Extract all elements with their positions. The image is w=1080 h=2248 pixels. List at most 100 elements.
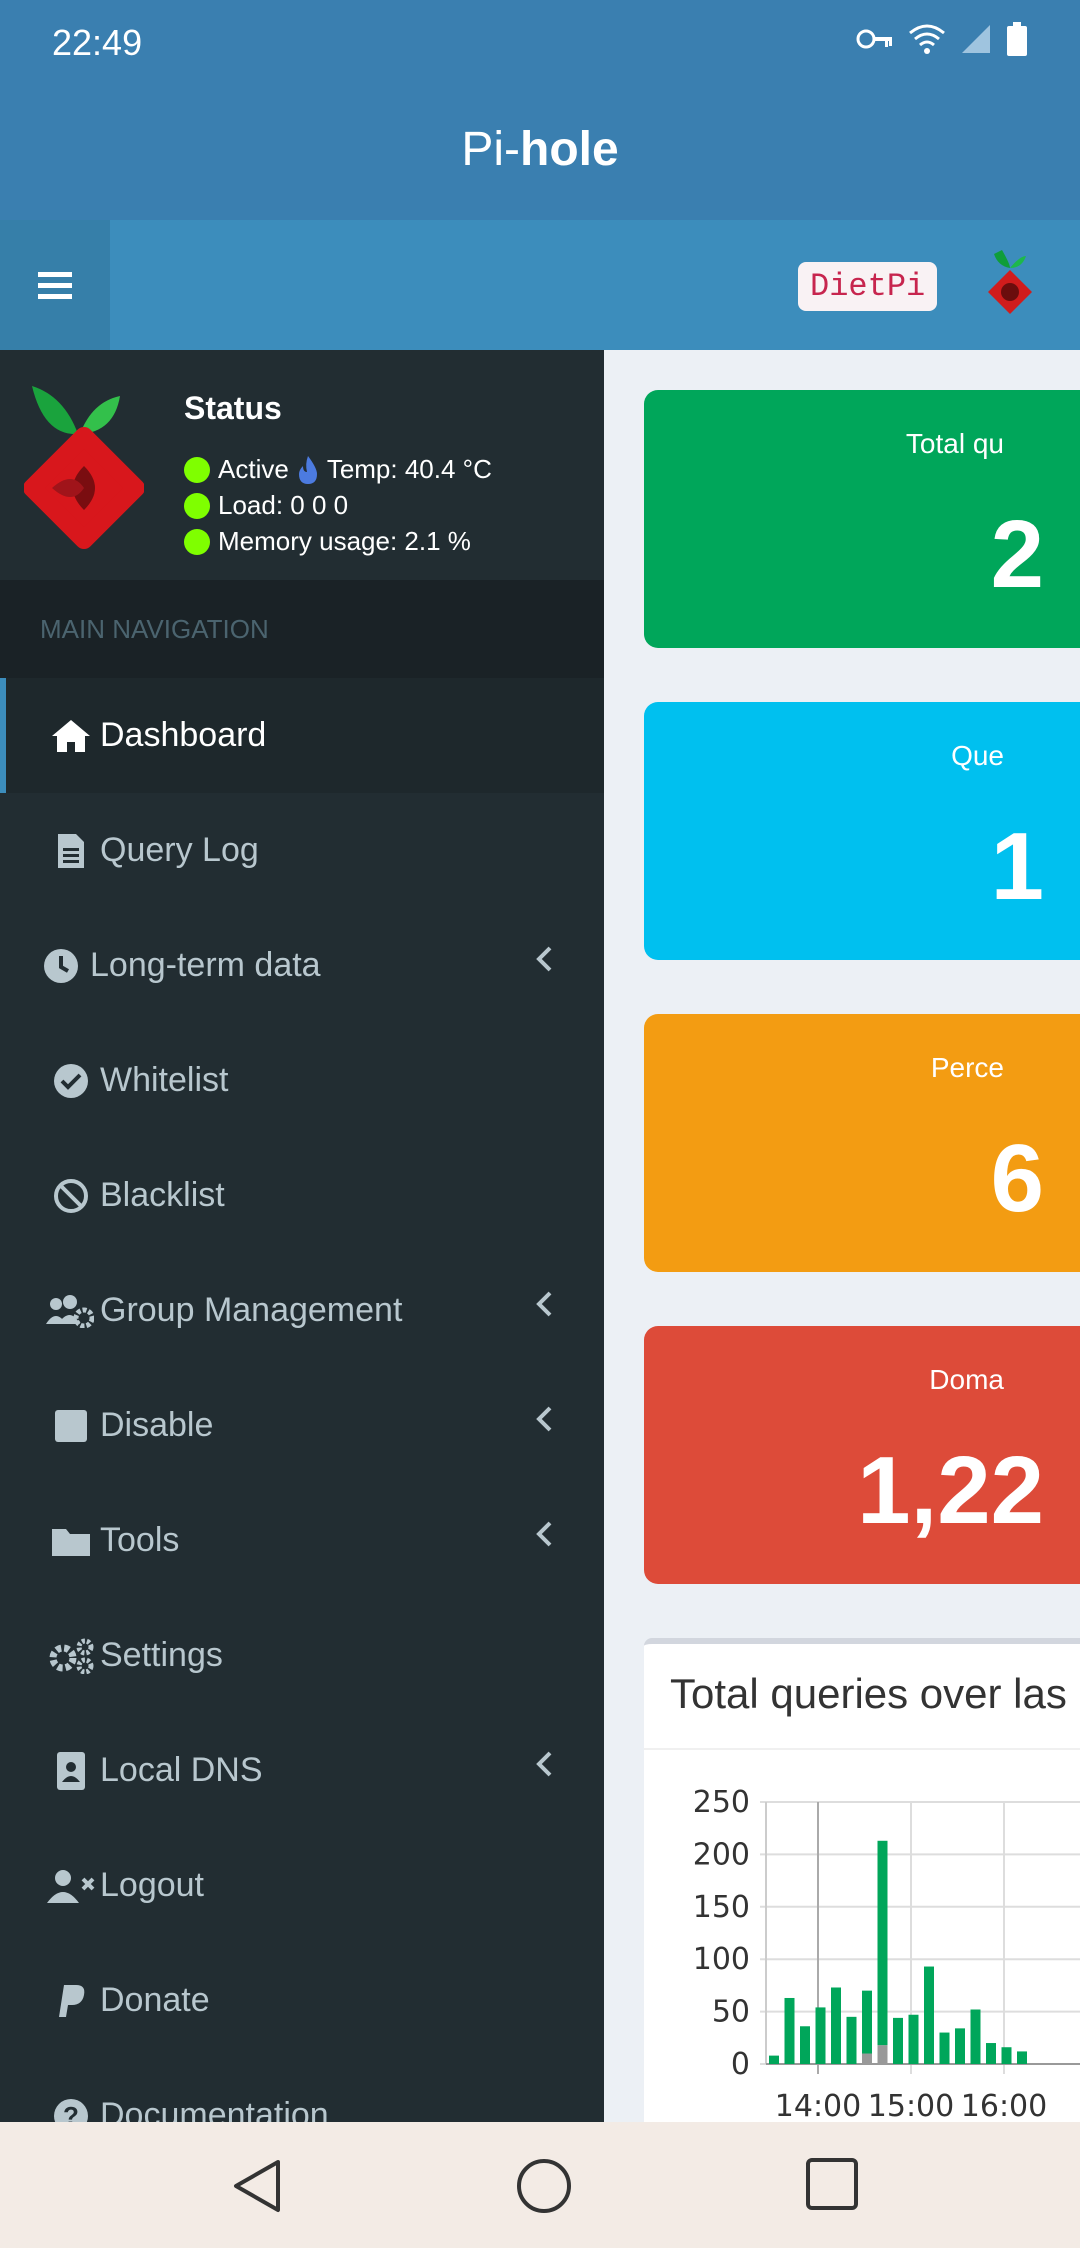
bar-permitted	[924, 1966, 934, 2064]
status-icons	[856, 22, 1028, 56]
sidebar-item-label: Group Management	[100, 1291, 403, 1329]
sidebar-item-donate[interactable]: Donate	[0, 1943, 604, 2058]
sidebar-item-label: Dashboard	[100, 716, 267, 754]
back-button-icon[interactable]	[232, 2158, 282, 2214]
sidebar-item-label: Settings	[100, 1636, 223, 1674]
sidebar-toggle-button[interactable]	[0, 220, 110, 350]
sidebar-item-group-management[interactable]: Group Management	[0, 1253, 604, 1368]
status-load-line: Load: 0 0 0	[184, 490, 348, 521]
sidebar-item-local-dns[interactable]: Local DNS	[0, 1713, 604, 1828]
queries-bar-chart[interactable]: 25020015010050014:0015:0016:0017	[644, 1762, 1080, 2122]
stop-icon	[46, 1409, 96, 1442]
users-cog-icon	[44, 1294, 96, 1328]
bar-permitted	[769, 2055, 779, 2064]
status-title: Status	[184, 390, 282, 426]
signal-icon	[962, 25, 990, 53]
status-dot-icon	[184, 528, 210, 555]
status-panel: Status Active Temp: 40.4 °C Load: 0 0 0 …	[0, 350, 604, 580]
x-tick-label: 15:00	[868, 2089, 954, 2122]
pihole-logo-icon[interactable]	[980, 246, 1040, 316]
android-status-bar: 22:49	[0, 0, 1080, 88]
question-circle-icon: ?	[46, 2098, 96, 2122]
sidebar-header: MAIN NAVIGATION	[0, 580, 604, 678]
stat-box-label: Doma	[929, 1364, 1004, 1395]
android-navigation-bar	[0, 2122, 1080, 2248]
clock-time: 22:49	[52, 22, 143, 63]
chevron-left-icon	[536, 1406, 552, 1432]
stat-box-percent-blocked[interactable]: Perce 6	[644, 1014, 1080, 1272]
y-tick-label: 250	[693, 1785, 750, 1820]
fire-icon	[298, 455, 317, 484]
bar-permitted	[831, 1987, 841, 2064]
stat-box-domains-on-blocklist[interactable]: Doma 1,22	[644, 1326, 1080, 1584]
main-content: Total qu 2 Que 1 Perce 6 Doma 1,22 Total…	[604, 350, 1080, 2122]
status-dot-icon	[184, 456, 210, 483]
sidebar-item-documentation[interactable]: ? Documentation	[0, 2058, 604, 2122]
stat-box-total-queries[interactable]: Total qu 2	[644, 390, 1080, 648]
status-memory-text: Memory usage: 2.1 %	[218, 526, 471, 556]
sidebar-item-label: Tools	[100, 1521, 180, 1559]
bar-permitted	[970, 2009, 981, 2064]
bar-blocked	[877, 2045, 888, 2064]
bar-permitted	[893, 2017, 903, 2064]
status-memory-line: Memory usage: 2.1 %	[184, 526, 471, 557]
sidebar: Status Active Temp: 40.4 °C Load: 0 0 0 …	[0, 350, 604, 2122]
status-active-text: Active	[218, 454, 289, 484]
chevron-left-icon	[536, 1291, 552, 1317]
sidebar-item-query-log[interactable]: Query Log	[0, 793, 604, 908]
home-button-icon[interactable]	[516, 2158, 572, 2214]
queries-chart-panel: Total queries over las 250 200 150 100 50 0 14…	[644, 1638, 1080, 2122]
bar-permitted	[815, 2007, 826, 2064]
sidebar-item-settings[interactable]: Settings	[0, 1598, 604, 1713]
stat-box-value: 1	[990, 813, 1044, 920]
bar-permitted	[955, 2028, 965, 2064]
sidebar-item-label: Whitelist	[100, 1061, 229, 1099]
sidebar-item-dashboard[interactable]: Dashboard	[0, 678, 604, 793]
stat-box-value: 1,22	[857, 1437, 1044, 1544]
sidebar-item-blacklist[interactable]: Blacklist	[0, 1138, 604, 1253]
bar-permitted	[862, 1990, 872, 2054]
bar-permitted	[800, 2026, 810, 2064]
stat-box-value: 6	[990, 1125, 1044, 1232]
sidebar-item-label: Documentation	[100, 2096, 329, 2122]
chart-divider	[644, 1748, 1080, 1750]
folder-icon	[46, 1526, 96, 1556]
stat-box-label: Perce	[930, 1052, 1004, 1083]
battery-icon	[1007, 22, 1027, 56]
ban-icon	[46, 1178, 96, 1214]
sidebar-item-logout[interactable]: Logout	[0, 1828, 604, 1943]
sidebar-item-label: Donate	[100, 1981, 210, 2019]
chevron-left-icon	[536, 1751, 552, 1777]
y-tick-label: 200	[693, 1837, 750, 1872]
x-tick-label: 14:00	[775, 2089, 861, 2122]
bar-permitted	[986, 2043, 996, 2064]
stat-box-label: Que	[951, 740, 1004, 771]
file-icon	[46, 832, 96, 870]
check-circle-icon	[46, 1063, 96, 1099]
bar-permitted	[939, 2032, 950, 2064]
home-icon	[46, 718, 96, 754]
sidebar-item-disable[interactable]: Disable	[0, 1368, 604, 1483]
status-dot-icon	[184, 492, 210, 519]
stat-box-queries-blocked[interactable]: Que 1	[644, 702, 1080, 960]
y-tick-label: 0	[731, 2047, 750, 2082]
hamburger-icon	[38, 272, 72, 299]
recents-button-icon[interactable]	[806, 2158, 858, 2210]
sidebar-item-whitelist[interactable]: Whitelist	[0, 1023, 604, 1138]
bar-permitted	[908, 2014, 919, 2064]
paypal-icon	[46, 1983, 96, 2019]
sidebar-item-label: Blacklist	[100, 1176, 225, 1214]
stat-box-label: Total qu	[905, 428, 1004, 459]
y-tick-label: 100	[693, 1942, 750, 1977]
app-title: Pi-hole	[461, 123, 619, 176]
sidebar-item-long-term-data[interactable]: Long-term data	[0, 908, 604, 1023]
pihole-logo-icon	[24, 386, 144, 549]
bar-permitted	[877, 1840, 888, 2046]
bar-permitted	[846, 2016, 857, 2064]
chevron-left-icon	[536, 946, 552, 972]
status-active-line: Active Temp: 40.4 °C	[184, 454, 492, 485]
status-temp-text: Temp: 40.4 °C	[326, 454, 492, 484]
sidebar-item-label: Disable	[100, 1406, 214, 1444]
bar-permitted	[784, 1997, 795, 2064]
sidebar-item-tools[interactable]: Tools	[0, 1483, 604, 1598]
